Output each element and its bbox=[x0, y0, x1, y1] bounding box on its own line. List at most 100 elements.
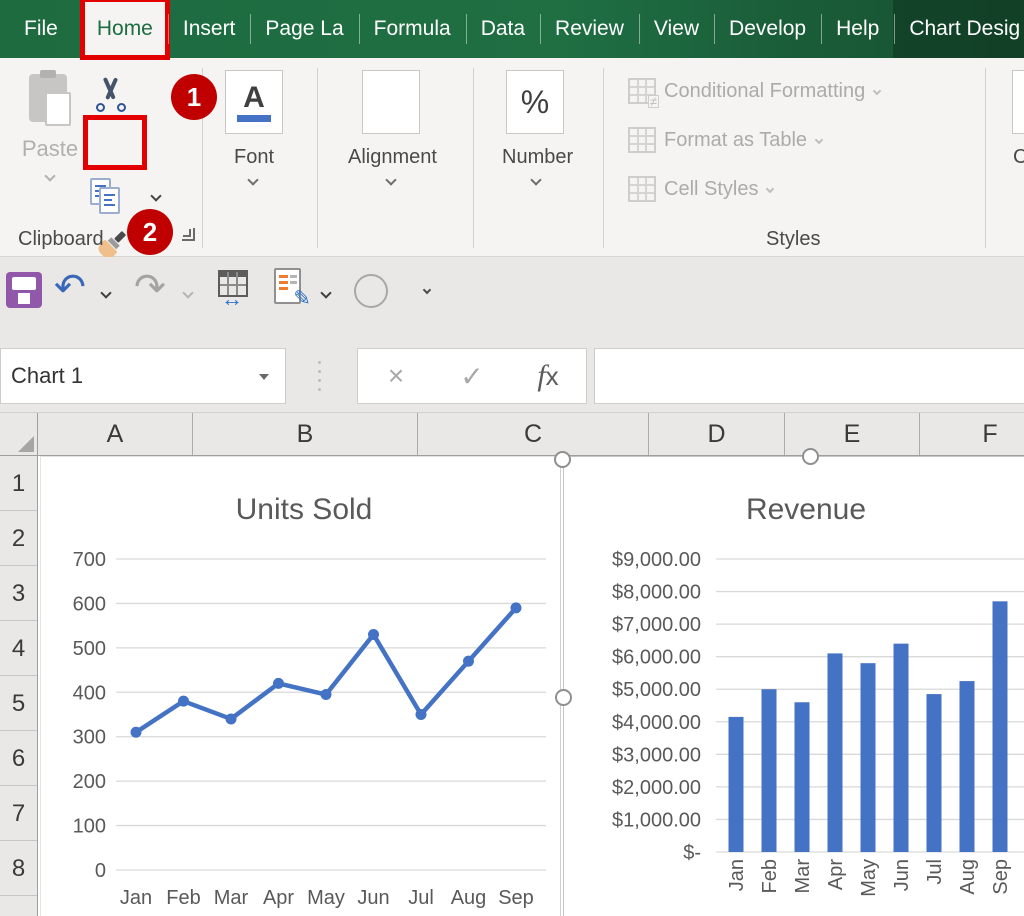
enter-button[interactable]: ✓ bbox=[434, 360, 510, 393]
font-color-icon: A bbox=[243, 83, 265, 113]
format-as-table-button[interactable]: Format as Table bbox=[628, 127, 822, 153]
units-sold-chart[interactable]: 0100200300400500600700JanFebMarAprMayJun… bbox=[40, 456, 561, 916]
column-header-b[interactable]: B bbox=[193, 413, 418, 455]
column-header-d[interactable]: D bbox=[649, 413, 785, 455]
row-header-2[interactable]: 2 bbox=[0, 511, 37, 566]
svg-text:May: May bbox=[858, 859, 880, 897]
tab-chart-design[interactable]: Chart Desig bbox=[894, 0, 1024, 58]
tab-data[interactable]: Data bbox=[466, 0, 540, 58]
svg-text:$9,000.00: $9,000.00 bbox=[612, 549, 701, 571]
formula-input[interactable] bbox=[594, 348, 1024, 404]
group-separator bbox=[985, 68, 986, 248]
paste-label: Paste bbox=[12, 136, 88, 162]
row-header-8[interactable]: 8 bbox=[0, 841, 37, 896]
column-header-c[interactable]: C bbox=[418, 413, 649, 455]
insert-function-button[interactable]: fx bbox=[510, 359, 586, 393]
conditional-formatting-label: Conditional Formatting bbox=[664, 80, 865, 103]
revenue-chart[interactable]: $-$1,000.00$2,000.00$3,000.00$4,000.00$5… bbox=[563, 456, 1024, 916]
chart-handle-middle-left[interactable] bbox=[555, 689, 572, 706]
paste-clipboard-icon bbox=[27, 70, 73, 128]
format-as-table-label: Format as Table bbox=[664, 129, 807, 152]
paste-button[interactable]: Paste bbox=[12, 70, 88, 245]
copy-button[interactable] bbox=[90, 178, 126, 218]
pencil-icon: ✎ bbox=[293, 286, 311, 311]
svg-text:$7,000.00: $7,000.00 bbox=[612, 614, 701, 636]
chevron-down-icon bbox=[873, 87, 881, 95]
tab-help[interactable]: Help bbox=[821, 0, 894, 58]
undo-icon[interactable]: ↶ bbox=[54, 269, 86, 307]
ribbon: Paste Clipboard bbox=[0, 58, 1024, 257]
svg-text:Jun: Jun bbox=[357, 887, 389, 909]
tab-insert[interactable]: Insert bbox=[168, 0, 251, 58]
cancel-button[interactable]: × bbox=[358, 360, 434, 392]
name-box-dropdown-icon[interactable] bbox=[259, 374, 269, 380]
save-icon[interactable] bbox=[6, 272, 42, 308]
tab-review[interactable]: Review bbox=[540, 0, 639, 58]
svg-text:500: 500 bbox=[73, 638, 106, 660]
svg-text:Sep: Sep bbox=[990, 859, 1012, 895]
cut-button[interactable] bbox=[93, 76, 129, 114]
row-header-7[interactable]: 7 bbox=[0, 786, 37, 841]
chart-handle-top-center[interactable] bbox=[802, 448, 819, 465]
form-dropdown-chevron-icon[interactable] bbox=[320, 287, 331, 298]
svg-text:Jul: Jul bbox=[408, 887, 434, 909]
svg-text:Jan: Jan bbox=[120, 887, 152, 909]
alignment-group-chevron-icon[interactable] bbox=[385, 174, 396, 185]
tab-view[interactable]: View bbox=[639, 0, 714, 58]
svg-text:$2,000.00: $2,000.00 bbox=[612, 777, 701, 799]
customize-qat-icon[interactable] bbox=[424, 280, 438, 298]
font-group-button[interactable]: A bbox=[225, 70, 283, 134]
alignment-group-button[interactable] bbox=[362, 70, 420, 134]
row-header-6[interactable]: 6 bbox=[0, 731, 37, 786]
paste-dropdown-chevron-icon[interactable] bbox=[44, 170, 55, 181]
select-all-button[interactable] bbox=[0, 413, 38, 455]
formula-bar-resize-handle[interactable] bbox=[318, 361, 321, 397]
redo-dropdown-chevron-icon[interactable] bbox=[182, 287, 193, 298]
svg-text:Revenue: Revenue bbox=[746, 493, 866, 526]
column-header-a[interactable]: A bbox=[38, 413, 193, 455]
cells-group-button[interactable] bbox=[1012, 70, 1024, 134]
form-edit-icon[interactable]: ✎ bbox=[274, 268, 306, 308]
group-separator bbox=[317, 68, 318, 248]
quick-access-toolbar: ↶ ↷ ↔ ✎ bbox=[0, 257, 1024, 341]
copy-dropdown-chevron-icon[interactable] bbox=[150, 190, 161, 201]
clipboard-group-label: Clipboard bbox=[18, 228, 104, 251]
svg-text:Jan: Jan bbox=[726, 859, 748, 891]
tab-file[interactable]: File bbox=[0, 0, 82, 58]
select-all-triangle-icon bbox=[18, 436, 34, 452]
cell-styles-button[interactable]: Cell Styles bbox=[628, 176, 773, 202]
name-box-value: Chart 1 bbox=[11, 363, 83, 389]
column-header-f[interactable]: F bbox=[920, 413, 1024, 455]
svg-text:$4,000.00: $4,000.00 bbox=[612, 712, 701, 734]
chart-handle-top-left[interactable] bbox=[554, 451, 571, 468]
row-header-3[interactable]: 3 bbox=[0, 566, 37, 621]
undo-dropdown-chevron-icon[interactable] bbox=[100, 287, 111, 298]
row-header-1[interactable]: 1 bbox=[0, 456, 37, 511]
tab-home[interactable]: Home bbox=[82, 0, 168, 58]
svg-text:Jul: Jul bbox=[924, 859, 946, 885]
font-group-chevron-icon[interactable] bbox=[247, 174, 258, 185]
tab-page-layout[interactable]: Page La bbox=[250, 0, 358, 58]
column-header-row: A B C D E F bbox=[0, 413, 1024, 456]
column-width-icon[interactable]: ↔ bbox=[214, 270, 252, 308]
svg-text:Aug: Aug bbox=[451, 887, 487, 909]
number-group-chevron-icon[interactable] bbox=[530, 174, 541, 185]
oval-shape-icon[interactable] bbox=[354, 274, 388, 308]
font-group-label: Font bbox=[234, 146, 274, 169]
svg-text:$1,000.00: $1,000.00 bbox=[612, 809, 701, 831]
tab-developer[interactable]: Develop bbox=[714, 0, 821, 58]
svg-text:Aug: Aug bbox=[957, 859, 979, 895]
tab-formulas[interactable]: Formula bbox=[359, 0, 466, 58]
svg-text:Feb: Feb bbox=[759, 859, 781, 893]
row-header-5[interactable]: 5 bbox=[0, 676, 37, 731]
conditional-formatting-icon: ≠ bbox=[628, 78, 656, 104]
redo-icon[interactable]: ↷ bbox=[134, 269, 166, 307]
clipboard-dialog-launcher-icon[interactable] bbox=[182, 228, 195, 241]
row-header-4[interactable]: 4 bbox=[0, 621, 37, 676]
number-group-button[interactable]: % bbox=[506, 70, 564, 134]
conditional-formatting-button[interactable]: ≠ Conditional Formatting bbox=[628, 78, 880, 104]
formula-buttons: × ✓ fx bbox=[357, 348, 587, 404]
name-box[interactable]: Chart 1 bbox=[0, 348, 286, 404]
svg-text:700: 700 bbox=[73, 549, 106, 571]
svg-text:Apr: Apr bbox=[263, 887, 294, 909]
